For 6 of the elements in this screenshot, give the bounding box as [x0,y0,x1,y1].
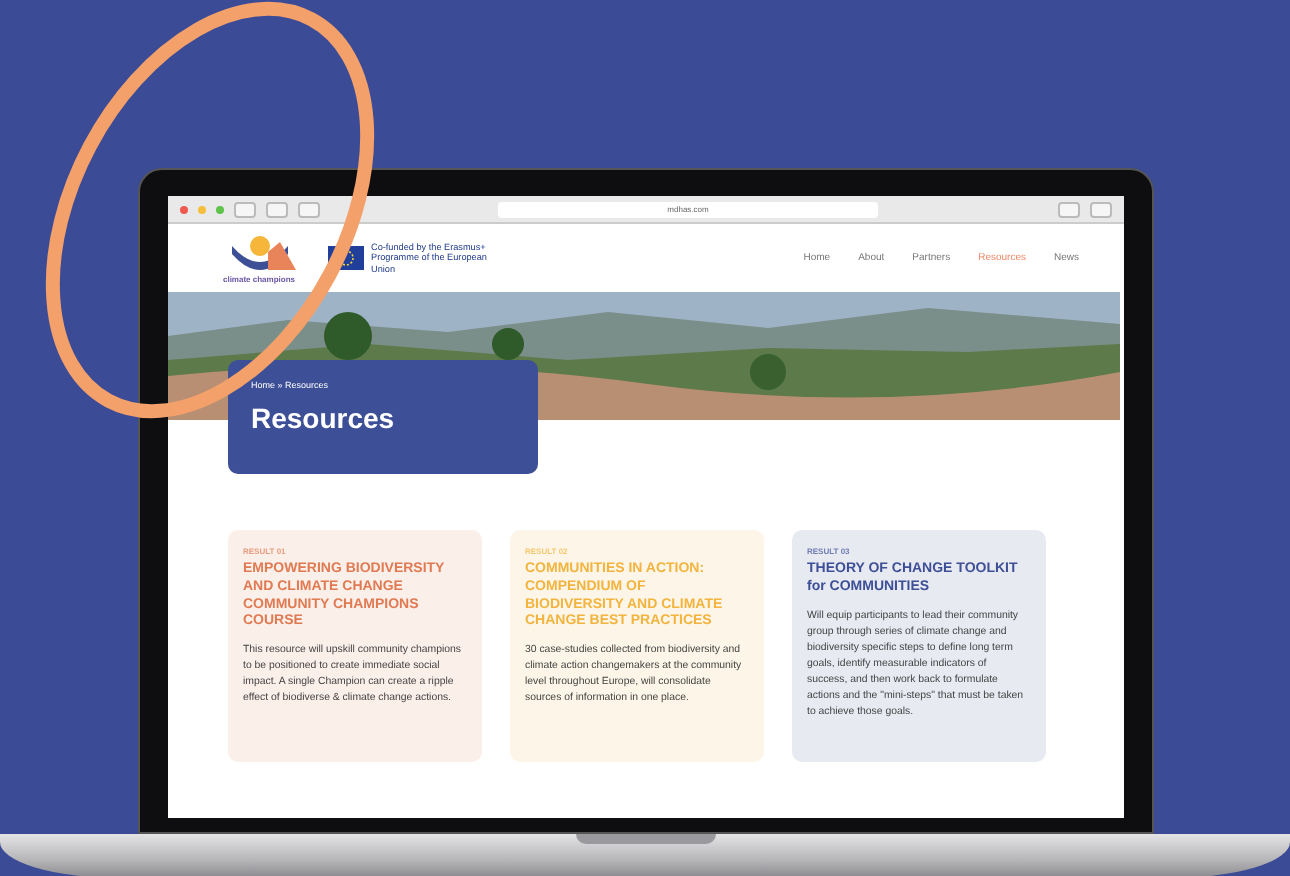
page-title: Resources [251,402,397,434]
forward-button[interactable] [265,201,287,217]
sidebar-button[interactable] [297,201,319,217]
back-button[interactable] [233,201,255,217]
tabs-button[interactable] [1089,201,1111,217]
share-button[interactable] [1057,201,1079,217]
